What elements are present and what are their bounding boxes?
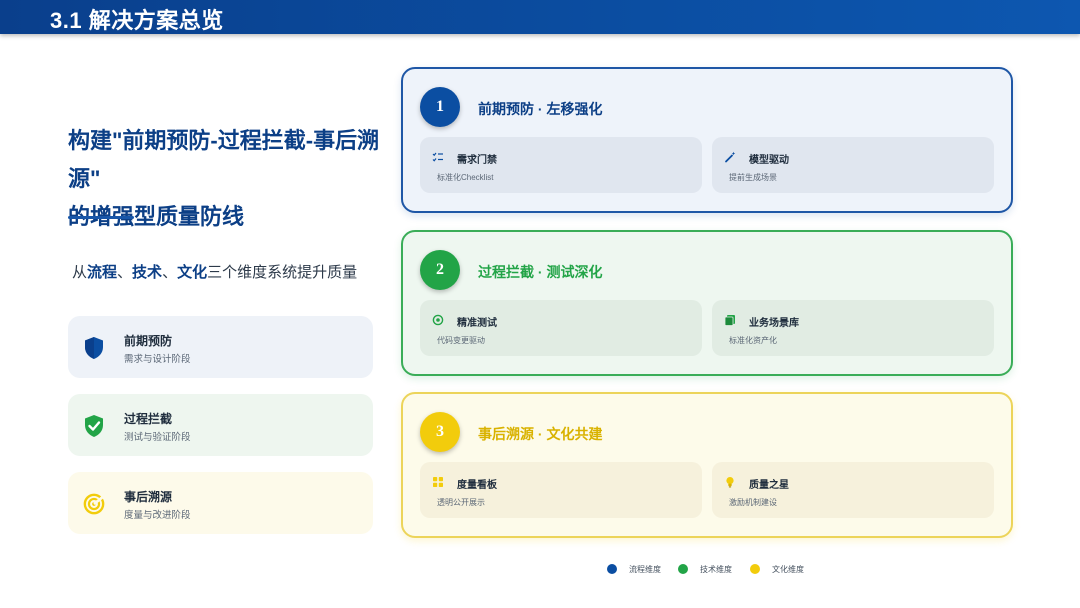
item-title: 业务场景库	[749, 318, 799, 329]
item-desc: 激励机制建设	[729, 498, 777, 507]
item-desc: 代码变更驱动	[437, 336, 485, 345]
header-bar: 3.1 解决方案总览	[0, 0, 1080, 34]
legend-label: 文化维度	[772, 565, 804, 574]
card-item-precision-testing: 精准测试 代码变更驱动	[420, 300, 702, 356]
solution-card-interception: 2 过程拦截 · 测试深化 精准测试 代码变更驱动 业务场景库 标准化资产化	[401, 230, 1013, 376]
subline-suffix: 三个维度系统提升质量	[207, 264, 358, 281]
item-title: 模型驱动	[749, 155, 789, 166]
legend-label: 技术维度	[700, 565, 732, 574]
subline-keyword-culture: 文化	[177, 264, 208, 281]
step-number-badge: 3	[420, 412, 460, 452]
item-desc: 透明公开展示	[437, 498, 485, 507]
headline-underline	[68, 216, 134, 219]
card-item-scenario-library: 业务场景库 标准化资产化	[712, 300, 994, 356]
page-title: 3.1 解决方案总览	[50, 8, 224, 33]
lightbulb-icon	[726, 477, 734, 488]
subline-prefix: 从	[72, 264, 88, 281]
stage-title: 过程拦截	[124, 412, 173, 426]
radar-icon	[83, 493, 105, 515]
item-title: 度量看板	[457, 480, 497, 491]
dashboard-icon	[433, 477, 443, 487]
shield-icon	[85, 337, 103, 359]
stage-card-traceback: 事后溯源 度量与改进阶段	[68, 472, 373, 534]
item-desc: 提前生成场景	[729, 173, 777, 182]
stage-desc: 度量与改进阶段	[124, 510, 191, 521]
subline: 从流程、技术、文化三个维度系统提升质量	[72, 261, 357, 282]
item-desc: 标准化资产化	[729, 336, 777, 345]
card-title: 前期预防 · 左移强化	[478, 101, 603, 117]
checklist-icon	[432, 152, 443, 162]
solution-card-prevention: 1 前期预防 · 左移强化 需求门禁 标准化Checklist 模型驱动 提前生…	[401, 67, 1013, 213]
stage-desc: 测试与验证阶段	[124, 432, 191, 443]
target-icon	[432, 314, 444, 326]
headline-line-1: 构建"前期预防-过程拦截-事后溯源"	[68, 128, 380, 191]
item-title: 需求门禁	[457, 155, 497, 166]
subline-keyword-tech: 技术	[132, 264, 163, 281]
card-item-metrics-dashboard: 度量看板 透明公开展示	[420, 462, 702, 518]
legend-dot	[750, 564, 760, 574]
step-number-badge: 2	[420, 250, 460, 290]
library-icon	[724, 315, 735, 326]
legend-dot	[678, 564, 688, 574]
stage-title: 事后溯源	[124, 490, 173, 504]
subline-separator: 、	[117, 264, 133, 281]
step-number-badge: 1	[420, 87, 460, 127]
card-item-model-driven: 模型驱动 提前生成场景	[712, 137, 994, 193]
card-item-requirement-gate: 需求门禁 标准化Checklist	[420, 137, 702, 193]
stage-card-interception: 过程拦截 测试与验证阶段	[68, 394, 373, 456]
stage-title: 前期预防	[124, 334, 173, 348]
subline-separator: 、	[162, 264, 178, 281]
solution-card-traceback: 3 事后溯源 · 文化共建 度量看板 透明公开展示 质量之星 激励机制建设	[401, 392, 1013, 538]
stage-desc: 需求与设计阶段	[124, 354, 191, 365]
legend-label: 流程维度	[629, 565, 661, 574]
shield-check-icon	[85, 415, 103, 437]
magic-wand-icon	[725, 151, 736, 163]
item-desc: 标准化Checklist	[437, 173, 494, 182]
legend-dot	[607, 564, 617, 574]
item-title: 精准测试	[457, 318, 497, 329]
card-title: 事后溯源 · 文化共建	[478, 426, 603, 442]
stage-card-prevention: 前期预防 需求与设计阶段	[68, 316, 373, 378]
card-item-quality-star: 质量之星 激励机制建设	[712, 462, 994, 518]
card-title: 过程拦截 · 测试深化	[478, 264, 603, 280]
item-title: 质量之星	[749, 480, 789, 491]
subline-keyword-process: 流程	[87, 264, 118, 281]
